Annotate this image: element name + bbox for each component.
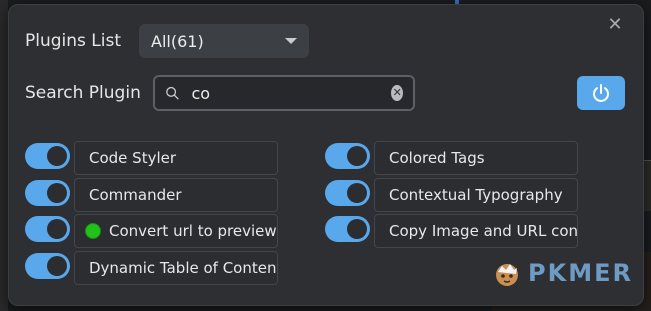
toggle-knob [47, 146, 67, 166]
plugin-name: Commander [89, 186, 182, 204]
power-icon [593, 84, 609, 102]
plugin-item[interactable]: Convert url to preview [74, 214, 278, 248]
plugin-enable-toggle[interactable] [25, 143, 70, 169]
close-icon[interactable]: ✕ [605, 15, 625, 35]
plugin-item[interactable]: Copy Image and URL cont [374, 214, 578, 248]
plugins-filter-select[interactable]: All(61) [139, 24, 309, 58]
search-plugin-label: Search Plugin [25, 83, 141, 103]
pkmer-logo-text: PKMER [528, 259, 633, 287]
status-dot-icon [85, 223, 101, 239]
plugin-item[interactable]: Commander [74, 178, 278, 212]
plugin-row: Contextual Typography [325, 178, 579, 212]
plugin-item[interactable]: Colored Tags [374, 141, 578, 175]
plugin-row: Code Styler [25, 141, 279, 175]
plugin-name: Dynamic Table of Content [89, 259, 278, 277]
plugin-row: Commander [25, 178, 279, 212]
search-icon [166, 86, 179, 100]
pkmer-logo: PKMER [492, 256, 633, 290]
toggle-knob [347, 146, 367, 166]
plugin-name: Convert url to preview [109, 222, 277, 240]
plugin-row: Colored Tags [325, 141, 579, 175]
power-toggle-button[interactable] [577, 76, 625, 110]
plugins-filter-value: All(61) [151, 31, 204, 51]
plugin-enable-toggle[interactable] [325, 180, 370, 206]
search-input[interactable] [191, 83, 392, 103]
plugin-item[interactable]: Contextual Typography [374, 178, 578, 212]
toggle-knob [47, 256, 67, 276]
plugin-name: Copy Image and URL cont [389, 222, 578, 240]
search-box: ✕ [153, 75, 415, 111]
plugin-enable-toggle[interactable] [25, 216, 70, 242]
toggle-knob [47, 183, 67, 203]
clear-search-icon[interactable]: ✕ [391, 85, 403, 101]
plugin-name: Contextual Typography [389, 186, 563, 204]
chevron-down-icon [285, 38, 297, 44]
toggle-knob [347, 183, 367, 203]
background-window-strip [0, 0, 8, 311]
plugin-row: Dynamic Table of Content [25, 251, 279, 285]
plugin-item[interactable]: Code Styler [74, 141, 278, 175]
plugin-enable-toggle[interactable] [325, 143, 370, 169]
plugins-list-label: Plugins List [25, 31, 122, 51]
toggle-knob [347, 219, 367, 239]
plugin-enable-toggle[interactable] [25, 180, 70, 206]
plugin-name: Code Styler [89, 149, 177, 167]
plugin-item[interactable]: Dynamic Table of Content [74, 251, 278, 285]
pkmer-logo-icon [496, 264, 518, 286]
plugin-enable-toggle[interactable] [325, 216, 370, 242]
plugin-row: Copy Image and URL cont [325, 214, 579, 248]
plugin-enable-toggle[interactable] [25, 253, 70, 279]
toggle-knob [47, 219, 67, 239]
plugin-row: Convert url to preview [25, 214, 279, 248]
plugin-name: Colored Tags [389, 149, 485, 167]
